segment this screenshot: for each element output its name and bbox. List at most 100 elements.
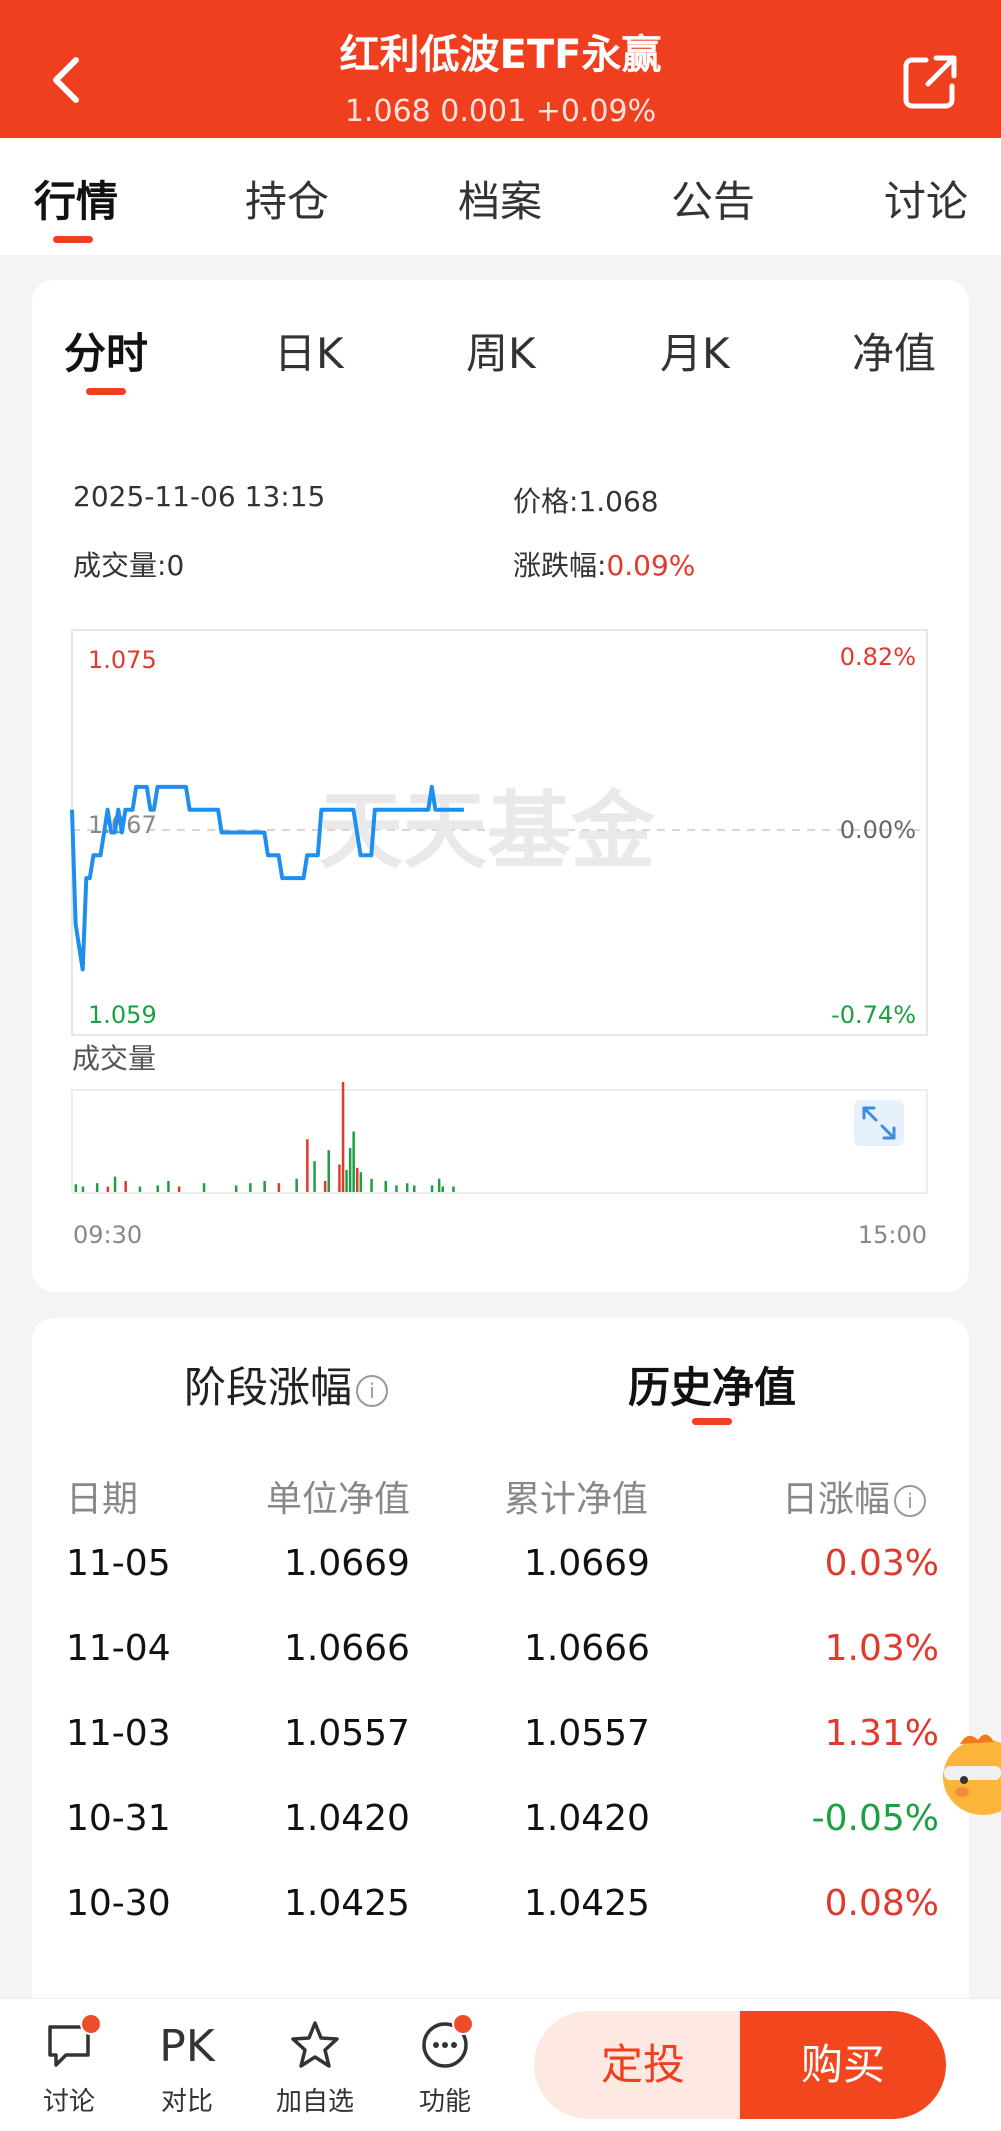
volume-title: 成交量 bbox=[72, 1042, 156, 1075]
tab-market[interactable]: 行情 bbox=[34, 168, 118, 229]
history-row[interactable]: 11-04 1.0666 1.0666 1.03% bbox=[32, 1628, 969, 1713]
info-icon[interactable]: i bbox=[356, 1374, 389, 1407]
active-tab-indicator bbox=[53, 236, 93, 243]
volume-bar bbox=[348, 1148, 352, 1192]
bottom-action-bar: 讨论 PK 对比 加自选 功能 定投 购买 bbox=[0, 1998, 1001, 2131]
volume-bar bbox=[249, 1183, 252, 1192]
row-accum-nav: 1.0420 bbox=[524, 1798, 650, 1839]
volume-bar bbox=[345, 1170, 348, 1192]
tab-stage-returns-label: 阶段涨幅 bbox=[184, 1363, 353, 1412]
tab-history-nav[interactable]: 历史净值 bbox=[628, 1354, 796, 1415]
watchlist-label: 加自选 bbox=[275, 2087, 354, 2117]
intraday-chart[interactable]: 天天基金 1.075 1.067 1.059 0.82% 0.00% -0.74… bbox=[32, 280, 969, 1292]
volume-bar bbox=[263, 1181, 266, 1192]
star-icon bbox=[291, 2021, 339, 2068]
history-row[interactable]: 11-03 1.0557 1.0557 1.31% bbox=[32, 1713, 969, 1798]
volume-bar bbox=[370, 1178, 373, 1192]
share-button[interactable] bbox=[900, 52, 960, 112]
volume-bar bbox=[95, 1183, 99, 1192]
col-date: 日期 bbox=[66, 1479, 139, 1520]
volume-bar bbox=[384, 1181, 387, 1192]
row-date: 11-04 bbox=[66, 1628, 171, 1669]
volume-bar bbox=[430, 1185, 434, 1192]
row-date: 10-30 bbox=[66, 1883, 171, 1924]
volume-bar bbox=[138, 1186, 142, 1192]
x-axis-end: 15:00 bbox=[858, 1221, 927, 1249]
row-daily-change: 1.03% bbox=[824, 1628, 939, 1669]
volume-bar bbox=[306, 1139, 309, 1192]
volume-bar bbox=[405, 1183, 409, 1192]
volume-bar bbox=[277, 1183, 281, 1192]
col-daily-change-label: 日涨幅 bbox=[782, 1479, 891, 1520]
info-icon[interactable]: i bbox=[894, 1485, 927, 1517]
compare-button[interactable]: PK 对比 bbox=[142, 2019, 232, 2119]
watermark: 天天基金 bbox=[319, 781, 656, 880]
volume-bar bbox=[352, 1131, 355, 1192]
volume-bar bbox=[74, 1184, 78, 1192]
history-row[interactable]: 10-31 1.0420 1.0420 -0.05% bbox=[32, 1798, 969, 1883]
volume-bar bbox=[338, 1164, 341, 1192]
volume-bar bbox=[359, 1172, 363, 1192]
main-tabs: 行情 持仓 档案 公告 讨论 bbox=[0, 138, 1001, 255]
discuss-button[interactable]: 讨论 bbox=[24, 2013, 114, 2119]
volume-bar bbox=[437, 1178, 441, 1192]
tab-stage-returns[interactable]: 阶段涨幅 i bbox=[184, 1354, 389, 1415]
row-accum-nav: 1.0557 bbox=[524, 1713, 650, 1754]
history-row[interactable]: 11-05 1.0669 1.0669 0.03% bbox=[32, 1543, 969, 1628]
nav-history-card: 阶段涨幅 i 历史净值 日期 单位净值 累计净值 日涨幅 i 11-05 1.0669… bbox=[32, 1318, 969, 2018]
tab-holdings[interactable]: 持仓 bbox=[245, 168, 329, 229]
volume-bar bbox=[177, 1186, 181, 1192]
volume-bar bbox=[167, 1181, 170, 1192]
volume-bar bbox=[413, 1185, 416, 1192]
row-daily-change: 0.08% bbox=[824, 1883, 939, 1924]
row-daily-change: -0.05% bbox=[811, 1798, 939, 1839]
row-daily-change: 0.03% bbox=[824, 1543, 939, 1584]
volume-bar bbox=[327, 1150, 330, 1192]
price-axis-bottom: 1.059 bbox=[88, 1001, 157, 1029]
row-daily-change: 1.31% bbox=[824, 1713, 939, 1754]
mascot-icon bbox=[943, 1734, 1001, 1815]
row-accum-nav: 1.0666 bbox=[524, 1628, 650, 1669]
volume-bar bbox=[341, 1082, 345, 1192]
volume-bar bbox=[441, 1186, 444, 1192]
volume-bar bbox=[81, 1186, 85, 1192]
buy-button[interactable]: 购买 bbox=[740, 2011, 946, 2119]
volume-bar bbox=[124, 1181, 127, 1192]
row-accum-nav: 1.0669 bbox=[524, 1543, 650, 1584]
volume-bar bbox=[106, 1186, 110, 1192]
volume-bar bbox=[234, 1185, 238, 1192]
share-icon bbox=[903, 55, 957, 109]
add-watchlist-button[interactable]: 加自选 bbox=[270, 2019, 360, 2119]
volume-bar bbox=[156, 1185, 159, 1192]
row-date: 11-03 bbox=[66, 1713, 171, 1754]
history-row[interactable]: 10-30 1.0425 1.0425 0.08% bbox=[32, 1883, 969, 1968]
volume-panel-frame bbox=[71, 1089, 928, 1194]
fund-quote: 1.068 0.001 +0.09% bbox=[344, 94, 657, 129]
notification-dot bbox=[452, 2013, 474, 2035]
col-accum-nav: 累计净值 bbox=[504, 1479, 649, 1520]
chart-card: 分时 日K 周K 月K 净值 2025-11-06 13:15 价格:1.068… bbox=[32, 280, 969, 1292]
section-tab-indicator bbox=[692, 1418, 732, 1425]
app-header: 红利低波ETF永赢 1.068 0.001 +0.09% bbox=[0, 0, 1001, 138]
tab-discussion[interactable]: 讨论 bbox=[884, 168, 968, 229]
row-date: 10-31 bbox=[66, 1798, 171, 1839]
auto-invest-button[interactable]: 定投 bbox=[534, 2011, 752, 2119]
price-axis-top: 1.075 bbox=[88, 646, 157, 674]
compare-label: 对比 bbox=[160, 2087, 213, 2117]
volume-bars bbox=[74, 1082, 455, 1192]
tab-announcements[interactable]: 公告 bbox=[671, 168, 755, 229]
functions-button[interactable]: 功能 bbox=[400, 2013, 490, 2119]
mascot-floating-button[interactable] bbox=[938, 1722, 1001, 1822]
volume-bar bbox=[395, 1185, 398, 1192]
expand-chart-button[interactable] bbox=[854, 1100, 904, 1146]
percent-axis-top: 0.82% bbox=[840, 643, 916, 671]
volume-bar bbox=[452, 1186, 455, 1192]
volume-bar bbox=[295, 1178, 298, 1192]
fund-title: 红利低波ETF永赢 bbox=[339, 32, 662, 78]
row-unit-nav: 1.0669 bbox=[284, 1543, 410, 1584]
volume-bar bbox=[356, 1167, 359, 1192]
pk-icon: PK bbox=[159, 2021, 215, 2072]
tab-profile[interactable]: 档案 bbox=[458, 168, 542, 229]
x-axis-start: 09:30 bbox=[73, 1221, 142, 1249]
volume-bar bbox=[202, 1183, 206, 1192]
